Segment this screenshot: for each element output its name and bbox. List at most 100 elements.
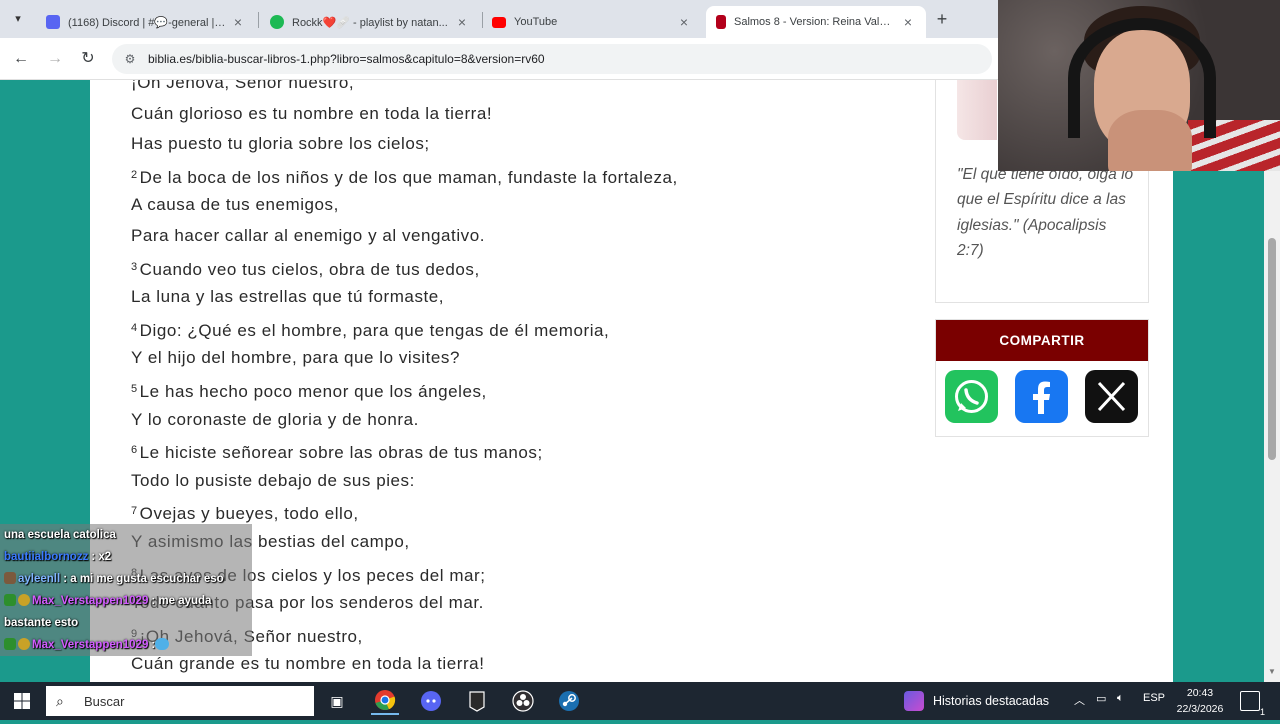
discord-taskbar-icon[interactable] — [417, 687, 445, 715]
verse-line: ¡Oh Jehová, Señor nuestro, — [131, 80, 891, 99]
verse-text: Le hiciste señorear sobre las obras de t… — [139, 443, 543, 463]
chat-message: Max_Verstappen1029: me ayuda — [0, 590, 252, 612]
scroll-down-icon[interactable]: ▼ — [1268, 668, 1276, 676]
clock-date: 22/3/2026 — [1176, 703, 1224, 715]
scroll-thumb[interactable] — [1268, 238, 1276, 460]
decorative-image — [957, 80, 997, 140]
biblia-favicon-icon — [716, 15, 726, 29]
close-tab-icon[interactable]: × — [676, 14, 692, 30]
tab-biblia[interactable]: Salmos 8 - Version: Reina Valera... × — [706, 6, 926, 38]
back-arrow-icon[interactable]: ← — [10, 48, 32, 70]
windows-logo-icon — [14, 693, 30, 709]
verse-text: Digo: ¿Qué es el hombre, para que tengas… — [139, 320, 610, 340]
chrome-taskbar-icon[interactable] — [371, 687, 399, 715]
verse-line: Cuán glorioso es tu nombre en toda la ti… — [131, 99, 891, 130]
chat-message: bastante esto — [0, 612, 252, 634]
youtube-favicon-icon — [492, 16, 506, 28]
obs-icon — [512, 690, 534, 712]
tab-label: (1168) Discord | #💬-general | ... — [68, 16, 226, 29]
taskbar-search-box[interactable]: ⌕ Buscar — [46, 686, 314, 716]
verse-number: 5 — [131, 382, 138, 395]
notification-center-icon[interactable]: 1 — [1240, 691, 1265, 717]
windows-start-button[interactable] — [8, 687, 36, 715]
url-text: biblia.es/biblia-buscar-libros-1.php?lib… — [148, 52, 545, 66]
share-title: COMPARTIR — [936, 320, 1148, 361]
verse-text: Ovejas y bueyes, todo ello, — [139, 504, 359, 524]
verse-line: Para hacer callar al enemigo y al vengat… — [131, 221, 891, 252]
chat-text: una escuela catolica — [4, 529, 116, 541]
verse-text: Le has hecho poco menor que los ángeles, — [139, 381, 487, 401]
mod-badge-icon — [4, 594, 16, 606]
verse-text: Y el hijo del hombre, para que lo visite… — [131, 348, 460, 368]
epic-games-taskbar-icon[interactable] — [463, 687, 491, 715]
steam-taskbar-icon[interactable] — [555, 687, 583, 715]
verse-text: Cuán glorioso es tu nombre en toda la ti… — [131, 103, 493, 123]
chat-text: : x2 — [91, 551, 112, 563]
tab-search-chevron-icon[interactable]: ▾ — [8, 9, 28, 29]
chat-username: ayleenll — [18, 573, 61, 585]
verse-text: A causa de tus enemigos, — [131, 195, 339, 215]
tab-label: Rockk❤️🩹 - playlist by natan... — [292, 16, 448, 29]
show-hidden-icons-chevron-icon[interactable]: ︿ — [1074, 692, 1085, 708]
chat-username: Max_Verstappen1029 — [32, 595, 149, 607]
network-icon[interactable]: ▭ — [1096, 692, 1106, 705]
verse-number: 6 — [131, 444, 138, 457]
new-tab-button[interactable]: + — [932, 9, 952, 29]
verse-line: 7 Ovejas y bueyes, todo ello, — [131, 496, 891, 527]
chat-username: bautiialbornozz — [4, 551, 89, 563]
facebook-share-button[interactable] — [1015, 370, 1068, 423]
language-indicator[interactable]: ESP — [1143, 692, 1165, 704]
verse-text: Cuán grande es tu nombre en toda la tier… — [131, 654, 485, 674]
chat-text: : a mi me gusta escuchar eso — [63, 573, 224, 585]
verse-text: Has puesto tu gloria sobre los cielos; — [131, 134, 430, 154]
verse-number: 4 — [131, 321, 138, 334]
address-bar[interactable]: ⚙ biblia.es/biblia-buscar-libros-1.php?l… — [112, 44, 992, 74]
clock-time: 20:43 — [1186, 687, 1214, 699]
verse-text: De la boca de los niños y de los que mam… — [139, 167, 678, 187]
reload-icon[interactable]: ↻ — [77, 48, 99, 70]
news-label: Historias destacadas — [933, 694, 1050, 708]
site-settings-icon[interactable]: ⚙ — [122, 51, 138, 67]
stream-chat-overlay: una escuela catolica bautiialbornozz: x2 a… — [0, 524, 252, 656]
taskbar: ⌕ Buscar ▣ Historias destacadas ︿ ▭ 🔈︎ E… — [0, 682, 1280, 720]
tab-youtube[interactable]: YouTube × — [482, 6, 702, 38]
verse-text: Para hacer callar al enemigo y al vengat… — [131, 225, 485, 245]
verse-text: Cuando veo tus cielos, obra de tus dedos… — [139, 259, 480, 279]
discord-icon — [421, 691, 441, 711]
verse-text: Todo lo pusiste debajo de sus pies: — [131, 470, 415, 490]
discord-favicon-icon — [46, 15, 60, 29]
verse-line: 3 Cuando veo tus cielos, obra de tus dedo… — [131, 252, 891, 283]
tab-label: Salmos 8 - Version: Reina Valera... — [734, 16, 896, 28]
task-view-icon[interactable]: ▣ — [323, 687, 351, 715]
epic-games-icon — [469, 691, 485, 712]
chat-message: bautiialbornozz: x2 — [0, 546, 252, 568]
tab-discord[interactable]: (1168) Discord | #💬-general | ... × — [36, 6, 256, 38]
whatsapp-share-button[interactable] — [945, 370, 998, 423]
verse-number: 3 — [131, 260, 138, 273]
verse-line: Y el hijo del hombre, para que lo visite… — [131, 343, 891, 374]
search-placeholder: Buscar — [84, 693, 125, 709]
tab-label: YouTube — [514, 16, 558, 28]
tab-spotify[interactable]: Rockk❤️🩹 - playlist by natan... × — [260, 6, 480, 38]
webcam-hand — [1108, 110, 1192, 171]
forward-arrow-icon[interactable]: → — [44, 48, 66, 70]
chat-text: bastante esto — [4, 617, 79, 629]
verse-line: 5 Le has hecho poco menor que los ángeles… — [131, 374, 891, 405]
volume-icon[interactable]: 🔈︎ — [1117, 692, 1124, 705]
verse-text: ¡Oh Jehová, Señor nuestro, — [131, 80, 355, 92]
x-share-button[interactable] — [1085, 370, 1138, 423]
obs-taskbar-icon[interactable] — [509, 687, 537, 715]
spotify-favicon-icon — [270, 15, 284, 29]
verse-line: Todo lo pusiste debajo de sus pies: — [131, 466, 891, 497]
quote-text: "El que tiene oído, oiga lo que el Espír… — [957, 166, 1134, 259]
close-tab-icon[interactable]: × — [230, 14, 246, 30]
close-tab-icon[interactable]: × — [900, 14, 916, 30]
close-tab-icon[interactable]: × — [454, 14, 470, 30]
tab-separator — [258, 12, 259, 28]
verse-number: 2 — [131, 168, 138, 181]
verse-line: 2 De la boca de los niños y de los que ma… — [131, 160, 891, 191]
verse-number: 7 — [131, 505, 138, 518]
chat-username: Max_Verstappen1029 — [32, 639, 149, 651]
news-widget[interactable]: Historias destacadas — [904, 690, 1049, 712]
taskbar-clock[interactable]: 20:43 22/3/2026 — [1172, 685, 1228, 717]
